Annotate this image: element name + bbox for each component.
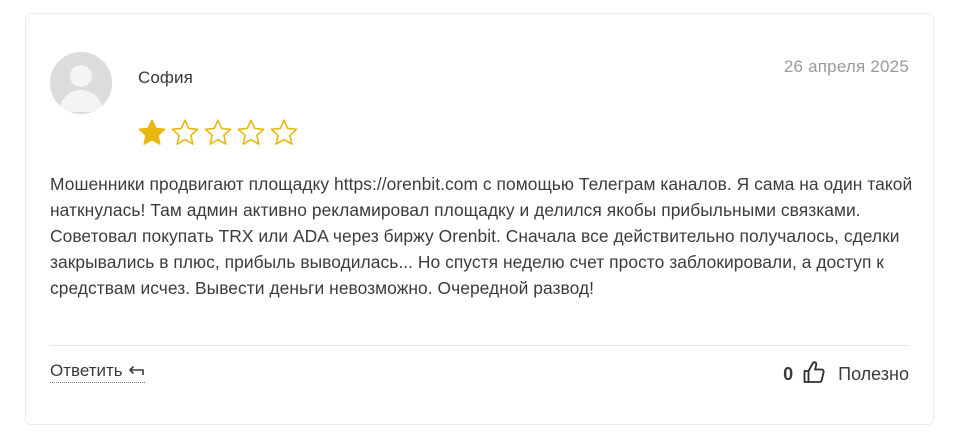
helpful-button[interactable]: Полезно [838,364,909,385]
divider [50,345,909,346]
review-date: 26 апреля 2025 [783,57,909,76]
reply-label: Ответить [50,361,123,380]
star-empty-icon [270,119,298,145]
reply-arrow-icon [127,361,145,381]
star-empty-icon [204,119,232,145]
review-author-name: София [138,68,193,87]
star-filled-icon [138,119,166,145]
user-avatar-icon [50,52,112,114]
star-rating [137,118,299,148]
star-empty-icon [171,119,199,145]
helpful-section: 0 Полезно [783,360,909,389]
review-card: София 26 апреля 2025 Мошенники продвигаю… [25,13,934,425]
thumbs-up-icon[interactable] [803,360,825,389]
reply-button[interactable]: Ответить [50,361,145,383]
helpful-count: 0 [783,364,794,384]
star-empty-icon [237,119,265,145]
review-text: Мошенники продвигают площадку https://or… [50,174,913,298]
avatar [50,52,112,114]
